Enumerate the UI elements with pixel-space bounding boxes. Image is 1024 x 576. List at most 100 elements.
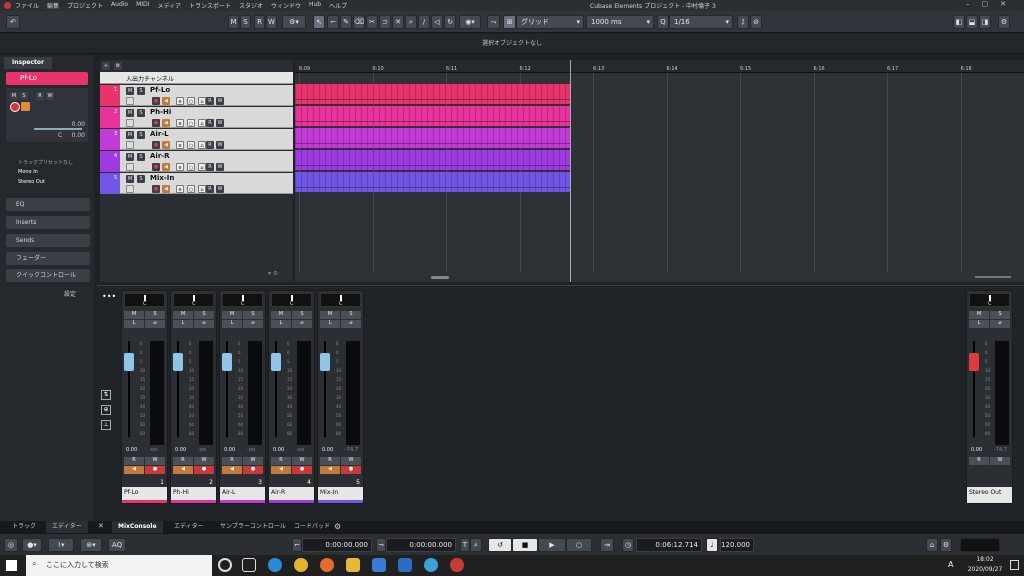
track-lock-icon[interactable]: ⌂ [198,163,206,171]
strip-write-button[interactable]: W [243,457,263,465]
explorer-icon[interactable] [346,558,360,572]
toolbar-r-button[interactable]: R [254,15,265,29]
strip-read-button[interactable]: R [969,457,989,465]
strip-listen-button[interactable]: L [173,320,193,328]
left-locator-icon[interactable]: ⌐ [292,538,302,552]
inspector-section-quick-controls[interactable]: クイックコントロール [6,269,90,282]
track-lane-icon[interactable] [126,119,134,127]
menu-item[interactable]: プロジェクト [67,1,103,10]
strip-monitor-button[interactable]: ◀ [173,466,193,474]
range-tool-icon[interactable]: ⌐ [327,15,339,29]
track-row[interactable]: 2 M S Ph-Hi ● ◀ e ○ ⌂ R W [100,107,293,128]
track-lock-icon[interactable]: ⌂ [198,119,206,127]
strip-monitor-button[interactable]: ◀ [222,466,242,474]
track-lane-icon[interactable] [126,97,134,105]
track-record-button[interactable]: ● [152,97,160,105]
stop-button[interactable]: ■ [512,538,538,552]
cubase-taskbar-icon[interactable] [450,558,464,572]
track-options-button[interactable]: ⚙ [114,62,122,70]
cortana-icon[interactable] [218,558,232,572]
track-freeze-icon[interactable]: ○ [187,119,195,127]
track-lock-icon[interactable]: ⌂ [198,141,206,149]
strip-write-button[interactable]: W [292,457,312,465]
menu-item[interactable]: Hub [309,1,321,10]
strip-read-button[interactable]: R [173,457,193,465]
undo-button[interactable]: ↶ [6,15,20,29]
track-solo-button[interactable]: S [137,153,145,161]
track-edit-button[interactable]: e [176,97,184,105]
inspector-track-name[interactable]: Pf-Lo [6,72,88,85]
toolbar-s-button[interactable]: S [240,15,251,29]
pointer-tool-icon[interactable]: ↖ [313,15,325,29]
track-name[interactable]: Ph-Hi [150,108,171,116]
color-tool-icon[interactable]: ◉▾ [459,15,481,29]
strip-mute-button[interactable]: M [222,311,242,319]
volume-fader[interactable] [124,353,134,371]
strip-solo-button[interactable]: S [341,311,361,319]
track-name[interactable]: Air-R [150,152,170,160]
volume-fader[interactable] [320,353,330,371]
inspector-settings-label[interactable]: 設定 [64,289,76,298]
track-solo-button[interactable]: S [137,131,145,139]
audio-event[interactable] [295,172,571,192]
task-view-icon[interactable] [242,558,256,572]
track-edit-button[interactable]: e [176,141,184,149]
volume-fader[interactable] [271,353,281,371]
app-w-icon[interactable] [424,558,438,572]
inspector-section-eq[interactable]: EQ [6,198,90,211]
strip-listen-button[interactable]: L [124,320,144,328]
quantize-icon[interactable]: Q [657,15,669,29]
firefox-icon[interactable] [320,558,334,572]
strip-solo-button[interactable]: S [990,311,1010,319]
track-freeze-icon[interactable]: ○ [187,185,195,193]
sync-icon[interactable]: ⌂ [926,538,938,552]
track-solo-button[interactable]: S [137,175,145,183]
track-monitor-button[interactable]: ◀ [162,97,170,105]
track-name[interactable]: Pf-Lo [150,86,170,94]
record-button[interactable]: ○ [566,538,592,552]
strip-write-button[interactable]: W [341,457,361,465]
strip-listen-button[interactable]: L [320,320,340,328]
automation-mode-button[interactable]: ⚙▾ [282,15,306,29]
track-monitor-button[interactable]: ◀ [162,185,170,193]
track-read-button[interactable]: R [206,141,214,149]
track-read-button[interactable]: R [206,119,214,127]
strip-record-button[interactable]: ● [145,466,165,474]
metronome-button[interactable]: ⊛▾ [80,538,102,552]
audio-event[interactable] [295,150,571,170]
menu-item[interactable]: ファイル [15,1,39,10]
window-controls[interactable]: –▢✕ [966,0,1018,8]
ruler[interactable] [295,60,1024,73]
strip-listen-button[interactable]: L [222,320,242,328]
strip-mute-button[interactable]: M [320,311,340,319]
split-tool-icon[interactable]: ✂ [366,15,378,29]
strip-phase-button[interactable]: ⌀ [990,320,1010,328]
autoscroll-icon[interactable]: ⤳ [487,15,500,29]
track-monitor-button[interactable]: ◀ [162,163,170,171]
track-lane-icon[interactable] [126,163,134,171]
track-preset-row[interactable]: トラックプリセットなし [18,159,73,166]
menu-item[interactable]: ウィンドウ [271,1,301,10]
strip-listen-button[interactable]: L [969,320,989,328]
mute-tool-icon[interactable]: ✕ [392,15,404,29]
strip-name[interactable]: Air-R [269,487,314,503]
track-mute-button[interactable]: M [126,87,134,95]
track-write-button[interactable]: W [216,119,224,127]
track-monitor-button[interactable]: ◀ [162,119,170,127]
menu-item[interactable]: MIDI [136,1,149,10]
quantize-value-select[interactable]: 1/16 ▾ [669,15,733,29]
strip-name[interactable]: Stereo Out [967,487,1012,503]
track-write-button[interactable]: W [216,141,224,149]
clock-icon[interactable]: ◷ [622,538,634,552]
taskbar-search[interactable]: ⌕ ここに入力して検索 [26,555,212,576]
track-lock-icon[interactable]: ⌂ [198,185,206,193]
track-mute-button[interactable]: M [126,109,134,117]
menu-item[interactable]: スタジオ [239,1,263,10]
toolbar-w-button[interactable]: W [266,15,277,29]
project-cursor[interactable] [570,60,571,282]
menu-item[interactable]: 編集 [47,1,59,10]
snap-toggle-icon[interactable]: ⊞ [503,15,516,29]
record-mode-button[interactable]: ●▾ [22,538,42,552]
track-lock-icon[interactable]: ⌂ [198,97,206,105]
cycle-button[interactable]: ↺ [488,538,512,552]
